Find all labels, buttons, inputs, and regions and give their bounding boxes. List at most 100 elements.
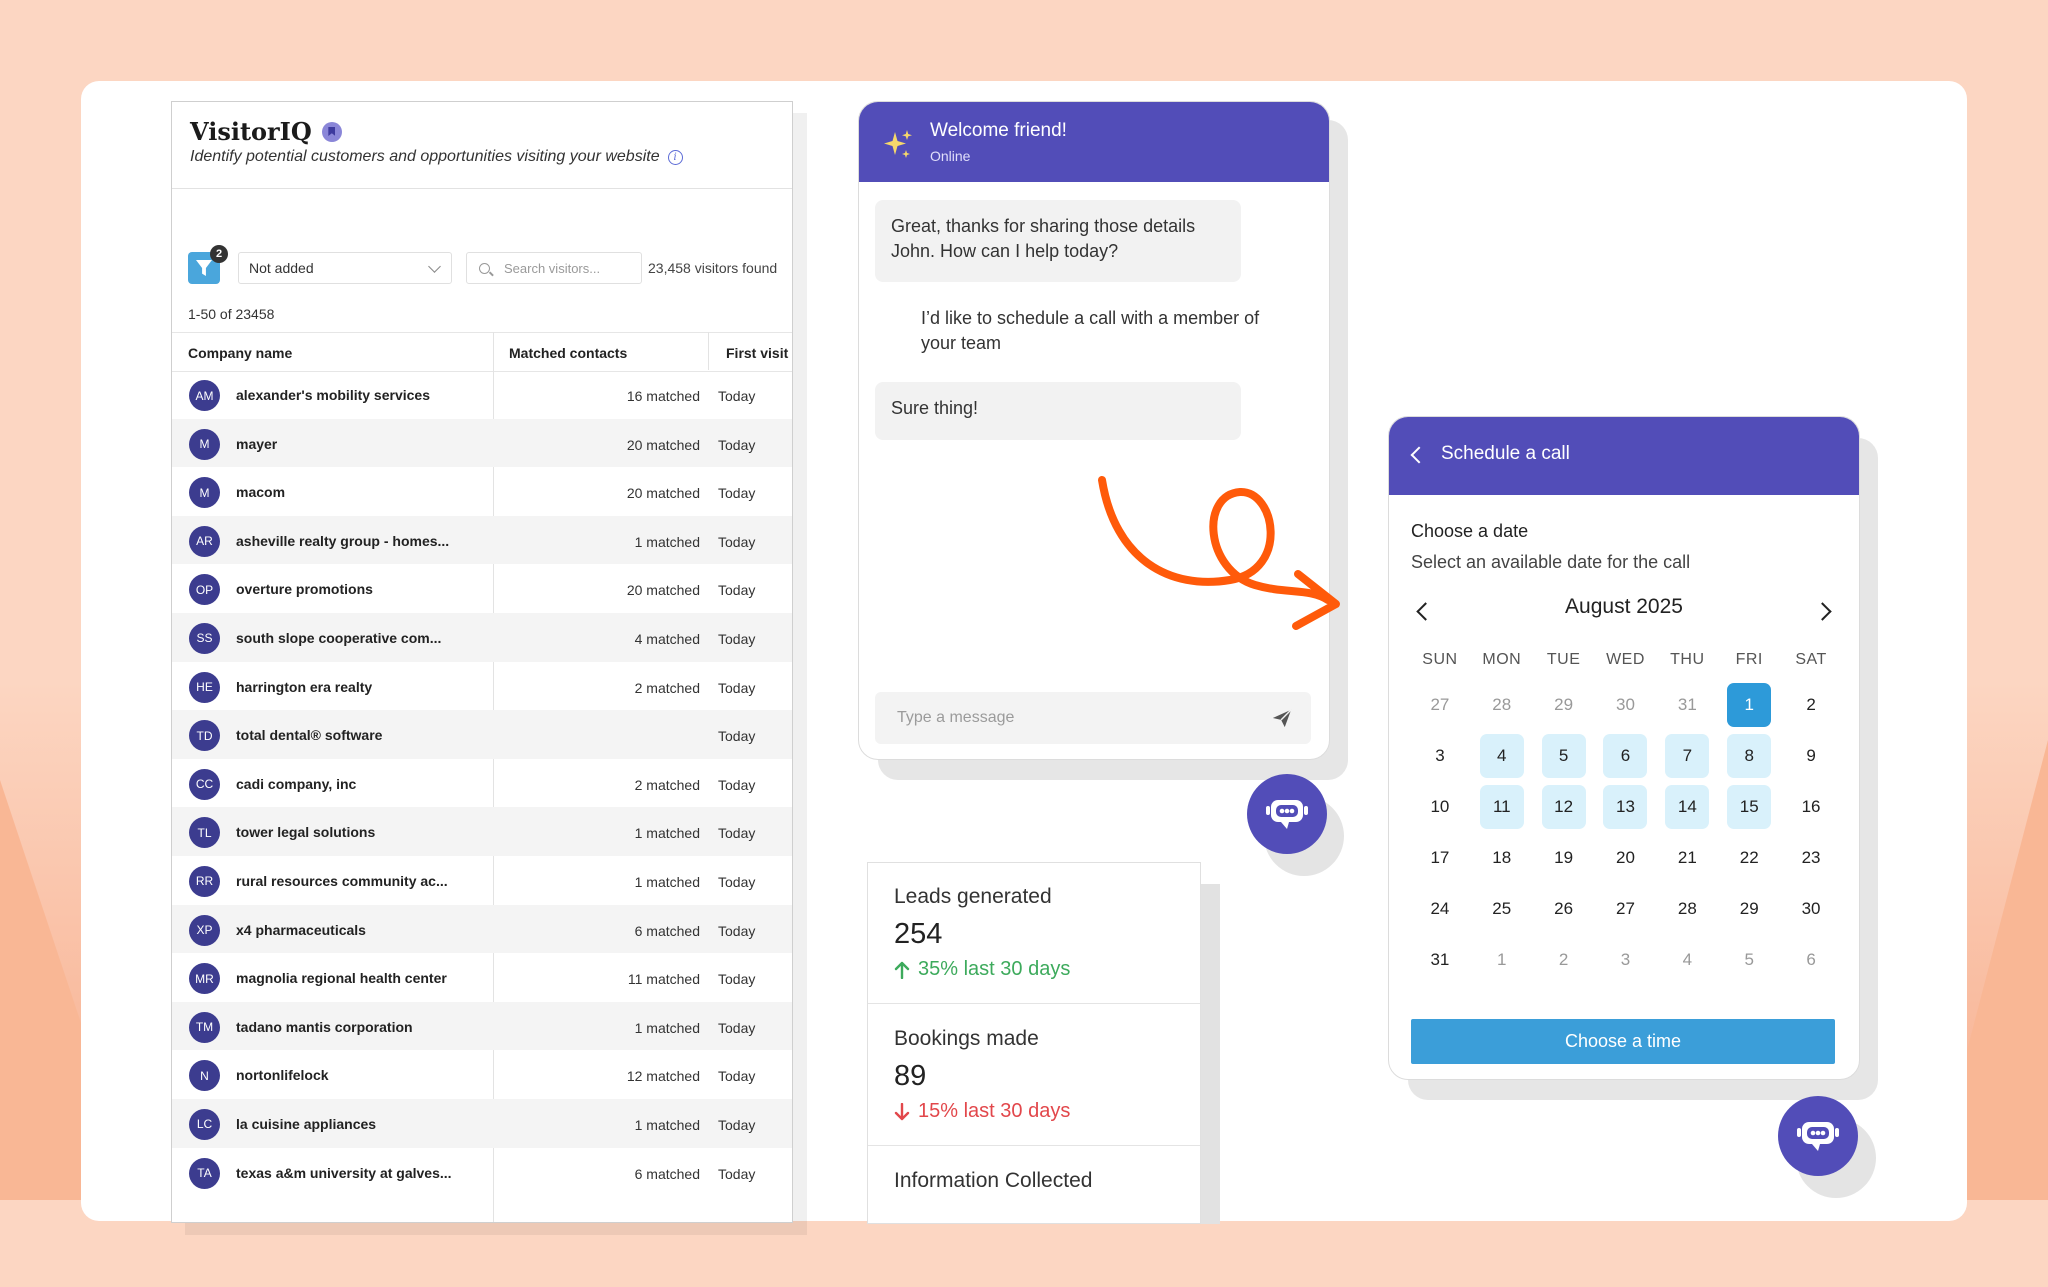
first-visit: Today: [718, 533, 756, 550]
calendar-day: 26: [1554, 898, 1574, 918]
avatar: TA: [189, 1157, 220, 1189]
divider: [172, 188, 792, 189]
company-name[interactable]: total dental® software: [236, 727, 382, 743]
table-row[interactable]: CC cadi company, inc 2 matched Today: [172, 759, 792, 808]
table-row[interactable]: MR magnolia regional health center 11 matc…: [172, 953, 792, 1002]
avatar: AR: [189, 525, 220, 557]
calendar-day: 3: [1435, 745, 1445, 765]
matched-contacts: 20 matched: [626, 436, 700, 453]
company-name[interactable]: asheville realty group - homes...: [236, 533, 449, 549]
table-row[interactable]: HE harrington era realty 2 matched Today: [172, 662, 792, 711]
column-matched-contacts[interactable]: Matched contacts: [509, 345, 627, 361]
avatar: HE: [189, 671, 220, 703]
table-row[interactable]: Mmayer 20 matched Today: [172, 418, 792, 468]
page-title: VisitorIQ: [190, 117, 312, 146]
calendar-day[interactable]: 6: [1603, 733, 1648, 778]
matched-contacts: 1 matched: [634, 1019, 700, 1036]
schedule-panel: Schedule a call Choose a date Select an …: [1388, 416, 1860, 1080]
company-name[interactable]: magnolia regional health center: [236, 970, 447, 986]
calendar-day[interactable]: 11: [1479, 784, 1524, 829]
calendar-day[interactable]: 12: [1541, 784, 1586, 829]
chat-header: Welcome friend! Online: [859, 102, 1329, 182]
matched-contacts: 1 matched: [634, 533, 700, 550]
first-visit: Today: [718, 922, 756, 939]
company-name[interactable]: x4 pharmaceuticals: [236, 922, 366, 938]
matched-contacts: 2 matched: [634, 776, 700, 793]
table-row[interactable]: TA texas a&m university at galves... 6 mat…: [172, 1148, 792, 1197]
company-name[interactable]: nortonlifelock: [236, 1067, 329, 1083]
calendar-day[interactable]: 14: [1665, 784, 1710, 829]
calendar-day[interactable]: 1: [1727, 682, 1772, 727]
search-input[interactable]: [502, 259, 626, 277]
calendar-day: 27: [1616, 898, 1635, 918]
table-row[interactable]: OP overture promotions 20 matched Today: [172, 564, 792, 613]
chatbot-launcher[interactable]: [1247, 774, 1327, 854]
schedule-title: Schedule a call: [1441, 443, 1570, 464]
bookmark-icon[interactable]: [321, 121, 342, 142]
calendar-day[interactable]: 15: [1727, 784, 1772, 829]
search-box[interactable]: [466, 252, 642, 284]
table-row[interactable]: AM alexander's mobility services 16 matche…: [172, 370, 792, 419]
stat-delta: 15% last 30 days: [894, 1100, 1070, 1123]
table-row[interactable]: RR rural resources community ac... 1 match…: [172, 856, 792, 905]
arrow-down-icon: [894, 1102, 910, 1120]
info-icon[interactable]: i: [667, 149, 683, 165]
message-input[interactable]: [895, 708, 1239, 728]
bot-message: Great, thanks for sharing those details …: [875, 200, 1241, 282]
calendar-day[interactable]: 7: [1665, 733, 1710, 778]
company-name[interactable]: cadi company, inc: [236, 776, 356, 792]
table-row[interactable]: Nnortonlifelock 12 matched Today: [172, 1050, 792, 1099]
message-input-box[interactable]: [875, 692, 1311, 744]
table-row[interactable]: TL tower legal solutions 1 matched Today: [172, 807, 792, 856]
column-company-name[interactable]: Company name: [188, 345, 292, 361]
weekday-label: SAT: [1795, 651, 1827, 668]
matched-contacts: 6 matched: [634, 1165, 700, 1182]
calendar-day[interactable]: 8: [1727, 733, 1772, 778]
table-row[interactable]: Mmacom 20 matched Today: [172, 467, 792, 516]
company-name[interactable]: overture promotions: [236, 581, 373, 597]
table-row[interactable]: TD total dental® software Today: [172, 710, 792, 759]
schedule-subheading: Select an available date for the call: [1411, 552, 1691, 572]
table-row[interactable]: XP x4 pharmaceuticals 6 matched Today: [172, 904, 792, 954]
send-icon[interactable]: [1271, 707, 1293, 729]
search-icon: [479, 262, 490, 274]
weekday-label: MON: [1482, 651, 1522, 668]
calendar-grid: 27 28 29 30 31 1 2 3 4 5 6 7 8 9 10 11 12 13 14 15 16 17 18 19 2…: [1409, 679, 1842, 985]
first-visit: Today: [718, 825, 756, 842]
schedule-heading: Choose a date: [1411, 521, 1529, 541]
table-row[interactable]: LC la cuisine appliances 1 matched Today: [172, 1098, 792, 1148]
avatar: CC: [189, 768, 220, 800]
company-name[interactable]: tower legal solutions: [236, 824, 375, 840]
status-filter-select[interactable]: Not added: [238, 252, 452, 284]
calendar-day[interactable]: 4: [1479, 733, 1524, 778]
company-name[interactable]: alexander's mobility services: [236, 387, 430, 403]
chatbot-icon: [1266, 800, 1308, 829]
stat-delta: 35% last 30 days: [894, 958, 1070, 981]
company-name[interactable]: macom: [236, 484, 285, 500]
company-name[interactable]: rural resources community ac...: [236, 873, 448, 889]
company-name[interactable]: texas a&m university at galves...: [236, 1165, 452, 1181]
first-visit: Today: [718, 1165, 756, 1182]
weekday-label: FRI: [1735, 651, 1763, 668]
company-name[interactable]: mayer: [236, 436, 277, 452]
first-visit: Today: [718, 679, 756, 696]
matched-contacts: 16 matched: [626, 388, 700, 404]
choose-time-button[interactable]: Choose a time: [1411, 1019, 1835, 1064]
calendar-day[interactable]: 5: [1541, 733, 1586, 778]
column-first-visit[interactable]: First visit: [726, 345, 788, 361]
matched-contacts: 4 matched: [634, 630, 700, 647]
calendar-day[interactable]: 13: [1603, 784, 1648, 829]
avatar: N: [189, 1060, 220, 1092]
back-icon[interactable]: [1410, 446, 1428, 464]
table-row[interactable]: SS south slope cooperative com... 4 matche…: [172, 612, 792, 662]
user-message: I’d like to schedule a call with a membe…: [921, 308, 1260, 353]
table-row[interactable]: AR asheville realty group - homes... 1 mat…: [172, 515, 792, 565]
calendar-day: 10: [1430, 796, 1450, 816]
table-row[interactable]: TM tadano mantis corporation 1 matched Toda…: [172, 1001, 792, 1051]
company-name[interactable]: la cuisine appliances: [236, 1116, 376, 1132]
calendar-day: 31: [1430, 949, 1450, 969]
company-name[interactable]: tadano mantis corporation: [236, 1019, 413, 1035]
chatbot-launcher[interactable]: [1778, 1096, 1858, 1176]
company-name[interactable]: south slope cooperative com...: [236, 630, 441, 646]
company-name[interactable]: harrington era realty: [236, 679, 372, 695]
